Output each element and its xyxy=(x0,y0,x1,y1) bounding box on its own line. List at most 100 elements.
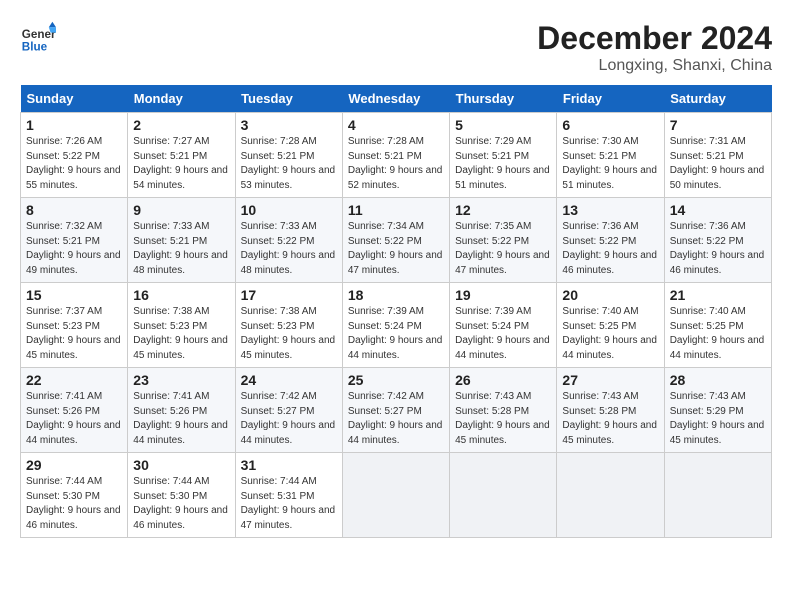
calendar-day-cell: 24 Sunrise: 7:42 AMSunset: 5:27 PMDaylig… xyxy=(235,368,342,453)
day-number: 19 xyxy=(455,287,551,303)
logo: General Blue xyxy=(20,20,56,56)
calendar-week-row: 1 Sunrise: 7:26 AMSunset: 5:22 PMDayligh… xyxy=(21,113,772,198)
day-detail: Sunrise: 7:42 AMSunset: 5:27 PMDaylight:… xyxy=(241,391,336,446)
day-number: 30 xyxy=(133,457,229,473)
day-number: 2 xyxy=(133,117,229,133)
day-detail: Sunrise: 7:33 AMSunset: 5:21 PMDaylight:… xyxy=(133,221,228,276)
calendar-week-row: 15 Sunrise: 7:37 AMSunset: 5:23 PMDaylig… xyxy=(21,283,772,368)
calendar-day-cell: 15 Sunrise: 7:37 AMSunset: 5:23 PMDaylig… xyxy=(21,283,128,368)
day-number: 10 xyxy=(241,202,337,218)
day-number: 26 xyxy=(455,372,551,388)
day-detail: Sunrise: 7:43 AMSunset: 5:28 PMDaylight:… xyxy=(455,391,550,446)
calendar-week-row: 29 Sunrise: 7:44 AMSunset: 5:30 PMDaylig… xyxy=(21,453,772,538)
day-detail: Sunrise: 7:36 AMSunset: 5:22 PMDaylight:… xyxy=(562,221,657,276)
day-detail: Sunrise: 7:32 AMSunset: 5:21 PMDaylight:… xyxy=(26,221,121,276)
day-number: 21 xyxy=(670,287,766,303)
day-detail: Sunrise: 7:27 AMSunset: 5:21 PMDaylight:… xyxy=(133,136,228,191)
day-of-week-header: Tuesday xyxy=(235,85,342,113)
day-of-week-header: Wednesday xyxy=(342,85,449,113)
day-detail: Sunrise: 7:39 AMSunset: 5:24 PMDaylight:… xyxy=(348,306,443,361)
day-number: 12 xyxy=(455,202,551,218)
day-detail: Sunrise: 7:40 AMSunset: 5:25 PMDaylight:… xyxy=(562,306,657,361)
day-detail: Sunrise: 7:41 AMSunset: 5:26 PMDaylight:… xyxy=(26,391,121,446)
calendar-day-cell: 17 Sunrise: 7:38 AMSunset: 5:23 PMDaylig… xyxy=(235,283,342,368)
title-area: December 2024 Longxing, Shanxi, China xyxy=(537,20,772,75)
day-detail: Sunrise: 7:44 AMSunset: 5:31 PMDaylight:… xyxy=(241,476,336,531)
day-of-week-header: Monday xyxy=(128,85,235,113)
day-detail: Sunrise: 7:38 AMSunset: 5:23 PMDaylight:… xyxy=(133,306,228,361)
month-title: December 2024 xyxy=(537,20,772,57)
calendar-day-cell: 3 Sunrise: 7:28 AMSunset: 5:21 PMDayligh… xyxy=(235,113,342,198)
day-number: 28 xyxy=(670,372,766,388)
calendar-day-cell: 19 Sunrise: 7:39 AMSunset: 5:24 PMDaylig… xyxy=(450,283,557,368)
calendar-body: 1 Sunrise: 7:26 AMSunset: 5:22 PMDayligh… xyxy=(21,113,772,538)
day-detail: Sunrise: 7:39 AMSunset: 5:24 PMDaylight:… xyxy=(455,306,550,361)
calendar-day-cell: 10 Sunrise: 7:33 AMSunset: 5:22 PMDaylig… xyxy=(235,198,342,283)
calendar-day-cell: 16 Sunrise: 7:38 AMSunset: 5:23 PMDaylig… xyxy=(128,283,235,368)
location-title: Longxing, Shanxi, China xyxy=(537,57,772,75)
calendar-day-cell: 9 Sunrise: 7:33 AMSunset: 5:21 PMDayligh… xyxy=(128,198,235,283)
calendar-day-cell: 7 Sunrise: 7:31 AMSunset: 5:21 PMDayligh… xyxy=(664,113,771,198)
calendar-day-cell: 8 Sunrise: 7:32 AMSunset: 5:21 PMDayligh… xyxy=(21,198,128,283)
day-number: 16 xyxy=(133,287,229,303)
day-detail: Sunrise: 7:36 AMSunset: 5:22 PMDaylight:… xyxy=(670,221,765,276)
day-detail: Sunrise: 7:43 AMSunset: 5:28 PMDaylight:… xyxy=(562,391,657,446)
day-number: 1 xyxy=(26,117,122,133)
day-detail: Sunrise: 7:43 AMSunset: 5:29 PMDaylight:… xyxy=(670,391,765,446)
calendar-day-cell: 6 Sunrise: 7:30 AMSunset: 5:21 PMDayligh… xyxy=(557,113,664,198)
svg-text:Blue: Blue xyxy=(22,41,48,54)
day-of-week-header: Saturday xyxy=(664,85,771,113)
day-detail: Sunrise: 7:28 AMSunset: 5:21 PMDaylight:… xyxy=(241,136,336,191)
day-detail: Sunrise: 7:38 AMSunset: 5:23 PMDaylight:… xyxy=(241,306,336,361)
day-number: 23 xyxy=(133,372,229,388)
calendar-day-cell: 21 Sunrise: 7:40 AMSunset: 5:25 PMDaylig… xyxy=(664,283,771,368)
day-detail: Sunrise: 7:41 AMSunset: 5:26 PMDaylight:… xyxy=(133,391,228,446)
day-number: 13 xyxy=(562,202,658,218)
day-number: 6 xyxy=(562,117,658,133)
day-number: 20 xyxy=(562,287,658,303)
day-number: 9 xyxy=(133,202,229,218)
day-detail: Sunrise: 7:29 AMSunset: 5:21 PMDaylight:… xyxy=(455,136,550,191)
calendar-day-cell: 25 Sunrise: 7:42 AMSunset: 5:27 PMDaylig… xyxy=(342,368,449,453)
day-of-week-header: Sunday xyxy=(21,85,128,113)
calendar-day-cell: 18 Sunrise: 7:39 AMSunset: 5:24 PMDaylig… xyxy=(342,283,449,368)
calendar-day-cell: 23 Sunrise: 7:41 AMSunset: 5:26 PMDaylig… xyxy=(128,368,235,453)
calendar-day-cell: 26 Sunrise: 7:43 AMSunset: 5:28 PMDaylig… xyxy=(450,368,557,453)
day-number: 4 xyxy=(348,117,444,133)
day-detail: Sunrise: 7:31 AMSunset: 5:21 PMDaylight:… xyxy=(670,136,765,191)
calendar-day-cell: 11 Sunrise: 7:34 AMSunset: 5:22 PMDaylig… xyxy=(342,198,449,283)
calendar-day-cell: 20 Sunrise: 7:40 AMSunset: 5:25 PMDaylig… xyxy=(557,283,664,368)
day-number: 15 xyxy=(26,287,122,303)
calendar-day-cell: 5 Sunrise: 7:29 AMSunset: 5:21 PMDayligh… xyxy=(450,113,557,198)
calendar-day-cell xyxy=(557,453,664,538)
day-number: 22 xyxy=(26,372,122,388)
days-header-row: SundayMondayTuesdayWednesdayThursdayFrid… xyxy=(21,85,772,113)
calendar-week-row: 22 Sunrise: 7:41 AMSunset: 5:26 PMDaylig… xyxy=(21,368,772,453)
calendar-table: SundayMondayTuesdayWednesdayThursdayFrid… xyxy=(20,85,772,538)
calendar-week-row: 8 Sunrise: 7:32 AMSunset: 5:21 PMDayligh… xyxy=(21,198,772,283)
calendar-day-cell: 13 Sunrise: 7:36 AMSunset: 5:22 PMDaylig… xyxy=(557,198,664,283)
day-number: 29 xyxy=(26,457,122,473)
logo-icon: General Blue xyxy=(20,20,56,56)
calendar-day-cell: 28 Sunrise: 7:43 AMSunset: 5:29 PMDaylig… xyxy=(664,368,771,453)
calendar-day-cell xyxy=(450,453,557,538)
day-of-week-header: Thursday xyxy=(450,85,557,113)
day-of-week-header: Friday xyxy=(557,85,664,113)
calendar-day-cell: 29 Sunrise: 7:44 AMSunset: 5:30 PMDaylig… xyxy=(21,453,128,538)
day-detail: Sunrise: 7:33 AMSunset: 5:22 PMDaylight:… xyxy=(241,221,336,276)
day-detail: Sunrise: 7:26 AMSunset: 5:22 PMDaylight:… xyxy=(26,136,121,191)
calendar-day-cell: 31 Sunrise: 7:44 AMSunset: 5:31 PMDaylig… xyxy=(235,453,342,538)
day-detail: Sunrise: 7:37 AMSunset: 5:23 PMDaylight:… xyxy=(26,306,121,361)
day-detail: Sunrise: 7:28 AMSunset: 5:21 PMDaylight:… xyxy=(348,136,443,191)
calendar-day-cell xyxy=(342,453,449,538)
day-detail: Sunrise: 7:35 AMSunset: 5:22 PMDaylight:… xyxy=(455,221,550,276)
day-detail: Sunrise: 7:34 AMSunset: 5:22 PMDaylight:… xyxy=(348,221,443,276)
calendar-day-cell: 1 Sunrise: 7:26 AMSunset: 5:22 PMDayligh… xyxy=(21,113,128,198)
day-number: 17 xyxy=(241,287,337,303)
day-number: 7 xyxy=(670,117,766,133)
day-number: 3 xyxy=(241,117,337,133)
day-number: 25 xyxy=(348,372,444,388)
day-detail: Sunrise: 7:44 AMSunset: 5:30 PMDaylight:… xyxy=(26,476,121,531)
calendar-day-cell: 30 Sunrise: 7:44 AMSunset: 5:30 PMDaylig… xyxy=(128,453,235,538)
day-number: 11 xyxy=(348,202,444,218)
